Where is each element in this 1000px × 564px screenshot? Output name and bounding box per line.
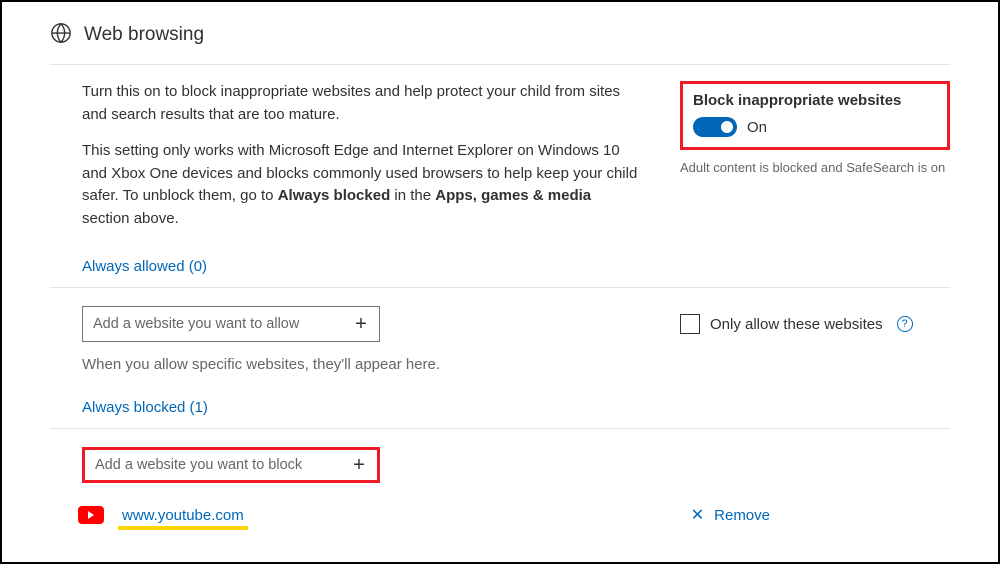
divider [50, 428, 950, 429]
allowed-empty-hint: When you allow specific websites, they'l… [82, 356, 950, 373]
only-allow-label: Only allow these websites [710, 316, 883, 333]
block-website-input[interactable] [85, 450, 341, 480]
close-icon: ✕ [691, 505, 704, 525]
section-header: Web browsing [50, 22, 950, 60]
remove-blocked-button[interactable]: ✕ Remove [691, 505, 770, 525]
block-toggle-label: Block inappropriate websites [693, 92, 937, 109]
allow-website-input[interactable] [83, 307, 343, 341]
add-block-button[interactable]: + [341, 447, 377, 483]
remove-label: Remove [714, 507, 770, 524]
description-paragraph-2: This setting only works with Microsoft E… [82, 140, 640, 230]
blocked-site-link[interactable]: www.youtube.com [122, 507, 244, 524]
block-toggle-note: Adult content is blocked and SafeSearch … [680, 160, 950, 175]
youtube-icon [78, 506, 104, 524]
help-icon[interactable]: ? [897, 316, 913, 332]
divider [50, 287, 950, 288]
always-blocked-heading[interactable]: Always blocked (1) [82, 399, 208, 416]
block-toggle[interactable] [693, 117, 737, 137]
description-paragraph-1: Turn this on to block inappropriate webs… [82, 81, 640, 126]
block-toggle-group: Block inappropriate websites On [680, 81, 950, 150]
allow-website-input-group: + [82, 306, 380, 342]
block-website-input-group: + [82, 447, 380, 483]
section-title: Web browsing [84, 24, 204, 46]
divider [50, 64, 950, 65]
add-allow-button[interactable]: + [343, 306, 379, 342]
blocked-site-row: www.youtube.com ✕ Remove [78, 505, 950, 525]
plus-icon: + [355, 313, 367, 336]
plus-icon: + [353, 454, 365, 477]
only-allow-checkbox[interactable] [680, 314, 700, 334]
only-allow-checkbox-group[interactable]: Only allow these websites ? [680, 314, 913, 334]
always-allowed-heading[interactable]: Always allowed (0) [82, 258, 207, 275]
block-toggle-state: On [747, 119, 767, 136]
globe-icon [50, 22, 72, 48]
